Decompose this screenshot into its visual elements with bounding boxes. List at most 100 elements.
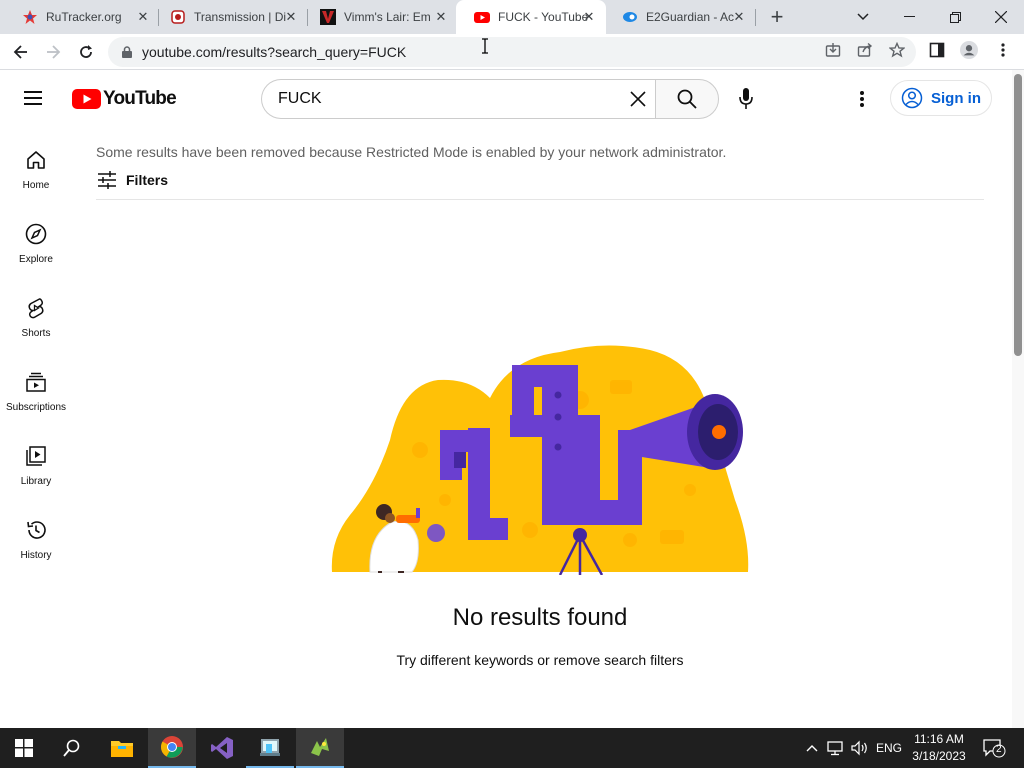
voice-search-icon[interactable] (734, 87, 758, 111)
volume-icon[interactable] (850, 738, 870, 758)
close-tab-icon[interactable]: ✕ (732, 10, 746, 24)
guide-item-home[interactable]: Home (0, 126, 72, 192)
search-box[interactable] (261, 79, 656, 119)
search-input[interactable] (278, 90, 608, 108)
filter-sliders-icon (96, 170, 118, 190)
close-tab-icon[interactable]: ✕ (136, 10, 150, 24)
share-icon[interactable] (856, 41, 874, 59)
compass-icon (24, 222, 48, 246)
results-divider (96, 199, 984, 200)
close-window-button[interactable] (978, 0, 1024, 34)
guide-item-history[interactable]: History (0, 496, 72, 562)
subscriptions-icon (24, 370, 48, 394)
browser-toolbar: youtube.com/results?search_query=FUCK (0, 34, 1024, 70)
page-scrollbar[interactable] (1012, 70, 1024, 728)
sign-in-label: Sign in (931, 89, 981, 107)
no-results-title: No results found (452, 604, 628, 631)
language-indicator[interactable]: ENG (876, 741, 902, 755)
sign-in-button[interactable]: Sign in (890, 80, 992, 116)
close-tab-icon[interactable]: ✕ (582, 10, 596, 24)
browser-menu-icon[interactable] (994, 41, 1012, 59)
search-icon (63, 739, 80, 757)
tab-title: Transmission | Di (194, 10, 287, 24)
start-icon (15, 739, 33, 757)
tab-title: Vimm's Lair: Em (344, 10, 431, 24)
guide-label: Shorts (21, 328, 51, 339)
guide-sidebar: Home Explore Shorts Subscriptions Librar… (0, 126, 72, 726)
lock-icon[interactable] (120, 45, 134, 59)
minimize-button[interactable] (886, 0, 932, 34)
scrollbar-thumb[interactable] (1014, 74, 1022, 356)
start-button[interactable] (0, 728, 48, 768)
back-button[interactable] (8, 39, 34, 65)
settings-menu-icon[interactable] (850, 87, 874, 111)
reload-button[interactable] (73, 39, 99, 65)
clock-date: 3/18/2023 (912, 749, 966, 763)
search-icon (677, 89, 697, 109)
show-hidden-icons-icon[interactable] (802, 738, 822, 758)
guide-item-explore[interactable]: Explore (0, 200, 72, 266)
bookmark-star-icon[interactable] (888, 41, 906, 59)
youtube-logo-text: YouTube (103, 88, 177, 109)
guide-menu-icon[interactable] (24, 88, 48, 108)
youtube-logo-icon (72, 89, 101, 109)
chrome-taskbar-button[interactable] (148, 728, 196, 768)
tab-rutracker[interactable]: RuTracker.org ✕ (4, 0, 160, 34)
visual-studio-icon (211, 737, 233, 759)
guide-label: Home (22, 180, 50, 191)
app-taskbar-button[interactable] (246, 728, 294, 768)
home-icon (24, 148, 48, 172)
file-explorer-button[interactable] (98, 728, 146, 768)
tab-search-icon[interactable] (840, 0, 886, 34)
close-tab-icon[interactable]: ✕ (284, 10, 298, 24)
notifications-icon[interactable]: 2 (982, 738, 1006, 758)
tab-separator (755, 9, 756, 26)
taskbar-search-button[interactable] (48, 728, 96, 768)
guide-item-subscriptions[interactable]: Subscriptions (0, 348, 72, 414)
windows-taskbar: ENG 11:16 AM 3/18/2023 2 (0, 728, 1024, 768)
close-tab-icon[interactable]: ✕ (434, 10, 448, 24)
search-button[interactable] (655, 79, 719, 119)
taskbar-clock[interactable]: 11:16 AM 3/18/2023 (906, 731, 972, 765)
tab-vimms-lair[interactable]: Vimm's Lair: Em ✕ (302, 0, 458, 34)
app-icon (260, 739, 280, 756)
guide-item-shorts[interactable]: Shorts (0, 274, 72, 340)
account-icon (901, 87, 923, 109)
chrome-icon (161, 736, 183, 758)
history-icon (24, 518, 48, 542)
new-tab-button[interactable]: + (766, 6, 788, 29)
forward-button[interactable] (40, 39, 66, 65)
youtube-logo[interactable]: YouTube (72, 88, 177, 110)
no-results-hint: Try different keywords or remove search … (396, 652, 684, 668)
visual-studio-button[interactable] (198, 728, 246, 768)
network-icon[interactable] (826, 738, 846, 758)
vimm-icon (320, 9, 336, 25)
url-text[interactable]: youtube.com/results?search_query=FUCK (142, 44, 406, 60)
clear-search-icon[interactable] (628, 89, 648, 109)
tab-transmission[interactable]: Transmission | Di ✕ (152, 0, 308, 34)
address-bar[interactable]: youtube.com/results?search_query=FUCK (108, 37, 916, 67)
notification-count: 2 (996, 744, 1002, 755)
guide-item-library[interactable]: Library (0, 422, 72, 488)
restore-button[interactable] (932, 0, 978, 34)
game-icon (311, 738, 329, 756)
tab-e2guardian[interactable]: E2Guardian - Ac ✕ (604, 0, 756, 34)
browser-tab-strip: RuTracker.org ✕ Transmission | Di ✕ Vimm… (0, 0, 1024, 34)
game-taskbar-button[interactable] (296, 728, 344, 768)
transmission-icon (170, 9, 186, 25)
side-panel-icon[interactable] (928, 41, 946, 59)
file-explorer-icon (111, 741, 133, 757)
shorts-icon (24, 296, 48, 320)
e2guardian-icon (622, 9, 638, 25)
text-cursor-icon (481, 38, 489, 54)
guide-label: Subscriptions (5, 402, 67, 413)
install-icon[interactable] (824, 41, 842, 59)
tab-title: RuTracker.org (46, 10, 122, 24)
youtube-masthead: YouTube Sign in (0, 70, 1012, 126)
tab-youtube-active[interactable]: FUCK - YouTube ✕ (456, 0, 606, 34)
filters-label: Filters (126, 172, 169, 188)
tab-title: E2Guardian - Ac (646, 10, 735, 24)
profile-avatar-icon[interactable] (960, 41, 978, 59)
guide-label: History (20, 550, 52, 561)
filters-button[interactable]: Filters (96, 170, 168, 190)
